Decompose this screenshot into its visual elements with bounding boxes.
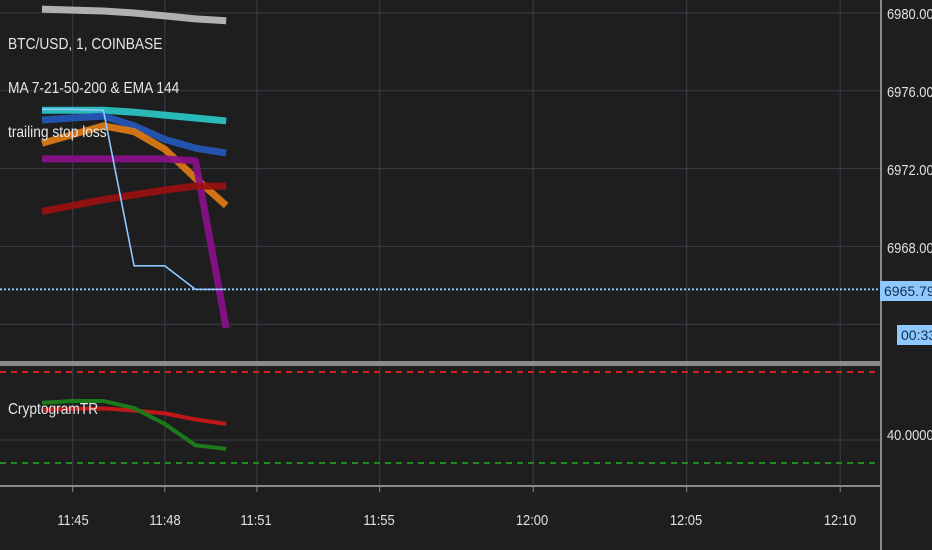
time-tick-label: 11:48	[149, 512, 181, 529]
time-tick-label: 12:00	[515, 512, 549, 529]
time-tick-label: 12:10	[823, 512, 857, 529]
pane-separator	[0, 361, 882, 366]
time-tick-label: 12:05	[669, 512, 703, 529]
ma-200-line	[41, 5, 227, 25]
bar-countdown-badge: 00:33	[897, 325, 932, 345]
oscillator-label: CryptogramTR	[8, 401, 99, 418]
oscillator-tick-label: 40.0000	[887, 427, 932, 444]
time-tick-label: 11:45	[57, 512, 89, 529]
time-tick-label: 11:55	[363, 512, 395, 529]
price-tick-label: 6968.00	[887, 240, 932, 257]
price-tick-label: 6972.00	[887, 162, 932, 179]
symbol-label: BTC/USD, 1, COINBASE	[8, 36, 163, 53]
price-tick-label: 6976.00	[887, 84, 932, 101]
current-price-badge: 6965.79	[880, 281, 932, 301]
oscillator-lines	[0, 371, 880, 464]
ma-indicator-label: MA 7-21-50-200 & EMA 144	[8, 80, 180, 97]
price-tick-label: 6980.00	[887, 6, 932, 23]
time-tick-label: 11:51	[240, 512, 272, 529]
trailing-stop-label: trailing stop loss	[8, 124, 107, 141]
grid-lines	[0, 0, 880, 486]
